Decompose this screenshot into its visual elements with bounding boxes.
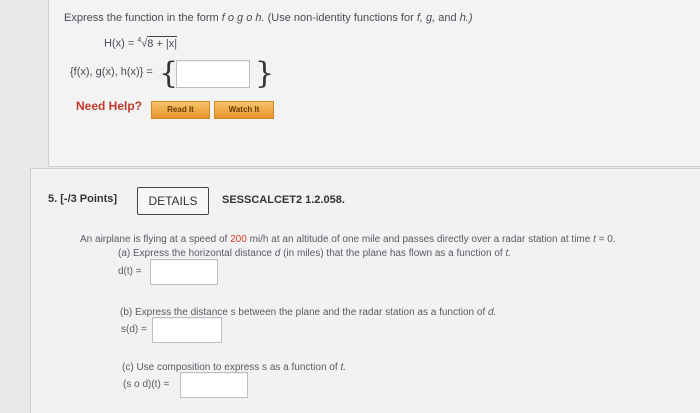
part-a-d: d	[274, 248, 281, 259]
instruction-suffix: (Use non-identity functions for	[267, 12, 414, 24]
question-intro: An airplane is flying at a speed of 200 …	[80, 234, 685, 245]
s-o-d-of-t-input[interactable]	[180, 372, 248, 398]
part-b-d: d.	[488, 307, 497, 318]
instruction-prefix: Express the function in the form	[64, 12, 219, 24]
question-code: SESSCALCET2 1.2.058.	[222, 194, 345, 206]
tuple-label: {f(x), g(x), h(x)} =	[70, 66, 153, 78]
intro-mid: at an altitude of one mile and passes di…	[271, 234, 591, 245]
part-a-text: (a) Express the horizontal distance d (i…	[118, 248, 511, 259]
part-b-label: s(d) =	[121, 324, 147, 335]
part-a-mid: (in miles) that the plane has flown as a…	[283, 248, 503, 259]
read-it-button[interactable]: Read It	[151, 101, 210, 119]
intro-end: = 0.	[598, 234, 616, 245]
speed-unit: mi/h	[249, 234, 269, 245]
need-help-label: Need Help?	[76, 99, 143, 113]
question-points: [-/3 Points]	[60, 193, 118, 205]
part-a-t: t.	[505, 248, 512, 259]
question-number: 5.	[48, 193, 58, 205]
details-button[interactable]: DETAILS	[137, 187, 209, 215]
question-5-card	[30, 168, 700, 413]
radicand: 8 + |x|	[147, 35, 178, 50]
brace-close: }	[255, 56, 275, 91]
function-definition: H(x) = 4√8 + |x|	[104, 35, 178, 50]
d-of-t-input[interactable]	[150, 259, 218, 285]
watch-it-button[interactable]: Watch It	[214, 101, 274, 119]
question-header: 5. [-/3 Points]	[48, 193, 117, 205]
previous-question-card	[48, 0, 700, 167]
var-g: g,	[426, 12, 436, 24]
function-lhs: H(x) =	[104, 37, 135, 50]
var-f: f,	[416, 12, 423, 24]
s-of-d-input[interactable]	[152, 317, 222, 343]
part-a-label: d(t) =	[118, 266, 142, 277]
instruction-and: and	[438, 12, 457, 24]
part-a-pre: (a) Express the horizontal distance	[118, 248, 272, 259]
intro-pre: An airplane is flying at a speed of	[80, 234, 228, 245]
part-c-label: (s o d)(t) =	[123, 379, 170, 390]
question-instruction: Express the function in the form f o g o…	[64, 12, 524, 24]
instruction-form: f o g o h.	[221, 12, 265, 24]
part-c-t: t.	[340, 362, 346, 373]
speed-value: 200	[230, 234, 247, 245]
var-h: h.)	[459, 12, 473, 24]
t-variable: t	[593, 234, 596, 245]
fgh-answer-input[interactable]	[176, 60, 250, 88]
